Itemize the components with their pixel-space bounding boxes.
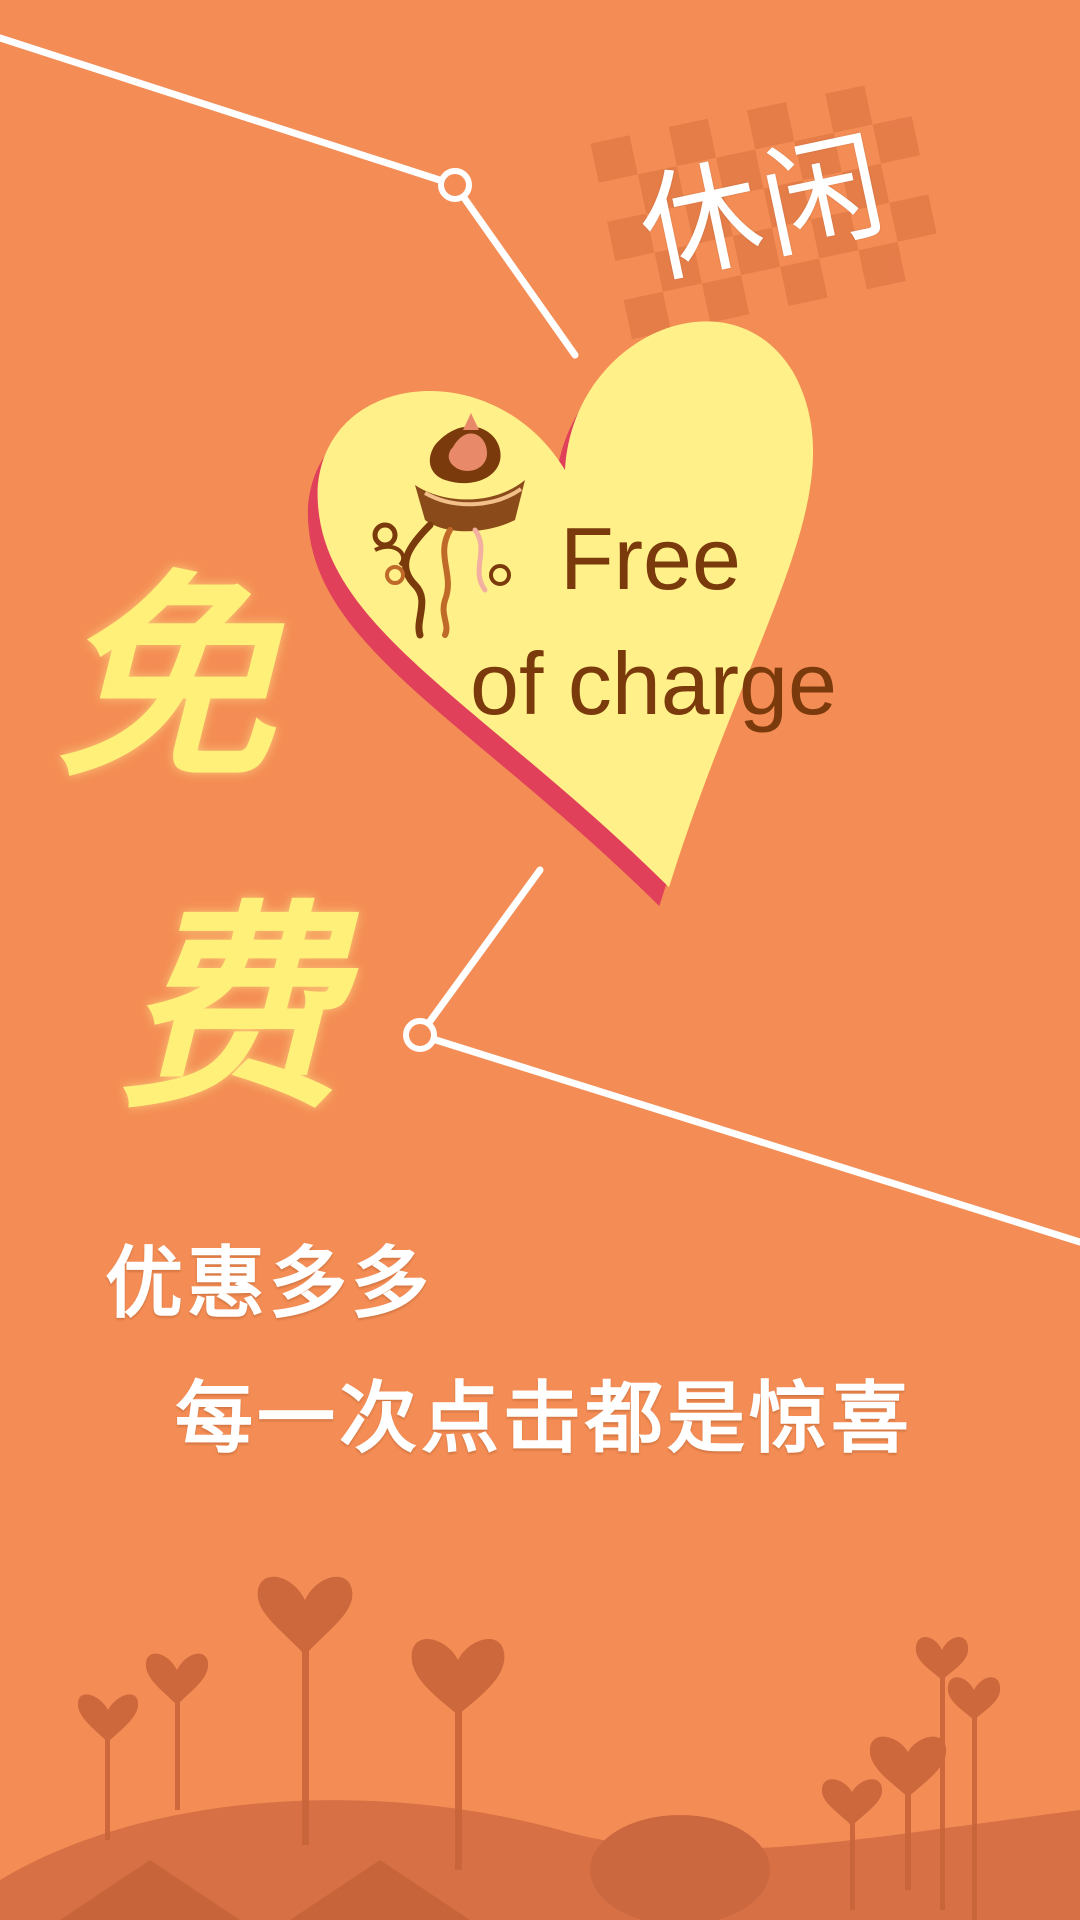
slogan-line-2: 每一次点击都是惊喜	[175, 1374, 914, 1464]
free-character-2: 费	[120, 882, 341, 1138]
heart-caption-line-1: Free	[560, 509, 741, 608]
slogan-line-1: 优惠多多	[105, 1239, 434, 1329]
heart-shape	[307, 321, 813, 907]
hill-silhouettes	[0, 1800, 1080, 1920]
promo-splash-screen: 休闲 免 费 Free of charge 优惠多多 每一次点击都是惊喜	[0, 0, 1080, 1920]
heart-caption-line-2: of charge	[470, 634, 837, 733]
free-character-1: 免	[55, 552, 276, 808]
line-node-bottom	[403, 1018, 437, 1052]
line-node-top	[438, 168, 472, 202]
